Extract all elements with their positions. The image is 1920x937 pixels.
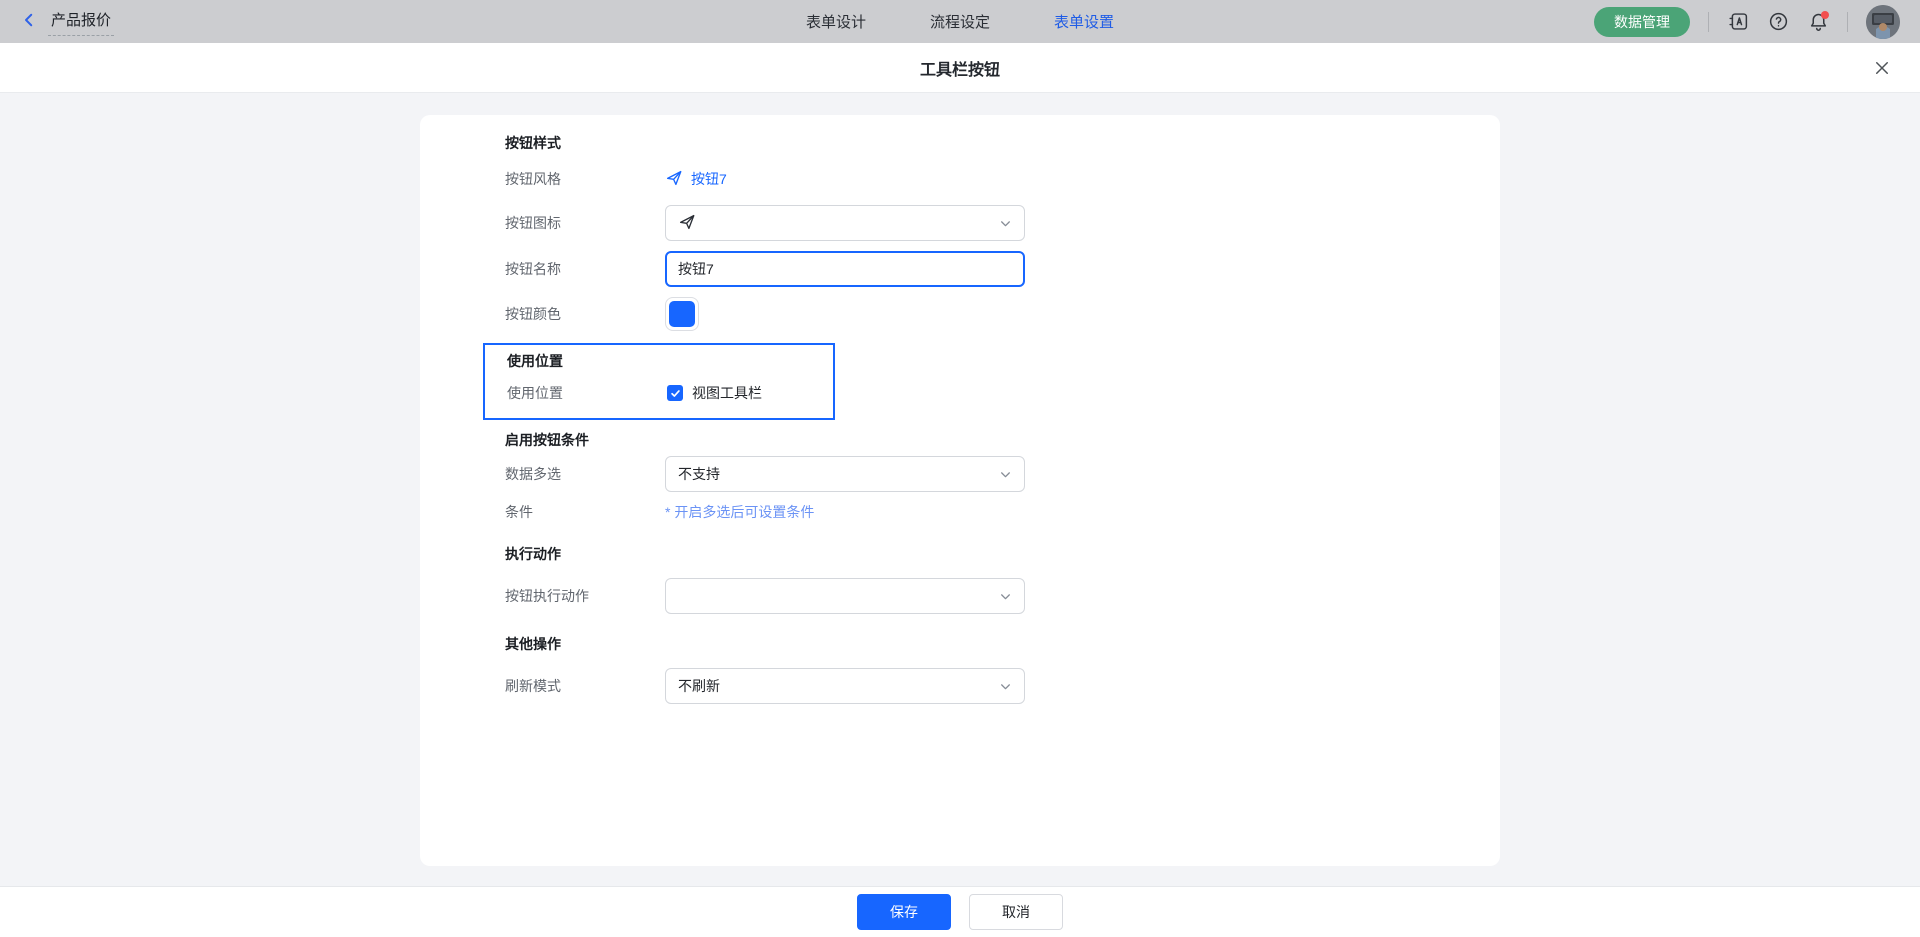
data-manage-button[interactable]: 数据管理 — [1594, 7, 1690, 37]
field-label: 刷新模式 — [505, 676, 665, 696]
section-heading-usage-position: 使用位置 — [507, 353, 833, 369]
condition-hint: * 开启多选后可设置条件 — [665, 500, 814, 524]
topbar: 产品报价 表单设计 流程设定 表单设置 数据管理 — [0, 0, 1920, 43]
notification-dot — [1821, 11, 1829, 19]
button-icon-select[interactable] — [665, 205, 1025, 241]
checkbox-label: 视图工具栏 — [692, 383, 762, 403]
paper-plane-icon — [665, 169, 683, 190]
row-condition: 条件 * 开启多选后可设置条件 — [505, 500, 1500, 524]
close-icon[interactable] — [1870, 56, 1894, 80]
button-style-link[interactable]: 按钮7 — [665, 167, 727, 191]
button-name-input[interactable] — [665, 251, 1025, 287]
color-swatch — [669, 301, 695, 327]
field-label: 按钮图标 — [505, 213, 665, 233]
modal-title: 工具栏按钮 — [920, 56, 1000, 80]
multi-select-dropdown[interactable]: 不支持 — [665, 456, 1025, 492]
section-heading-other: 其他操作 — [505, 636, 1500, 652]
row-refresh-mode: 刷新模式 不刷新 — [505, 668, 1500, 704]
help-icon[interactable] — [1767, 11, 1789, 33]
row-button-icon: 按钮图标 — [505, 205, 1500, 241]
tab-form-design[interactable]: 表单设计 — [806, 11, 866, 32]
button-color-picker[interactable] — [665, 297, 699, 331]
tab-flow-setting[interactable]: 流程设定 — [930, 11, 990, 32]
cancel-button[interactable]: 取消 — [969, 894, 1063, 930]
row-button-color: 按钮颜色 — [505, 297, 1500, 331]
contacts-icon[interactable] — [1727, 11, 1749, 33]
section-heading-action: 执行动作 — [505, 546, 1500, 562]
section-heading-button-style: 按钮样式 — [505, 135, 1500, 151]
tab-form-settings[interactable]: 表单设置 — [1054, 11, 1114, 32]
divider — [1847, 12, 1848, 32]
modal-footer: 保存 取消 — [0, 886, 1920, 937]
chevron-down-icon — [999, 590, 1012, 603]
field-label: 按钮名称 — [505, 259, 665, 279]
selected-value: 不刷新 — [678, 676, 720, 696]
row-button-name: 按钮名称 — [505, 251, 1500, 287]
back-button[interactable] — [20, 11, 38, 32]
field-label: 按钮执行动作 — [505, 586, 665, 606]
save-button[interactable]: 保存 — [857, 894, 951, 930]
field-label: 数据多选 — [505, 464, 665, 484]
view-toolbar-checkbox[interactable] — [667, 385, 683, 401]
row-multi-select: 数据多选 不支持 — [505, 456, 1500, 492]
chevron-down-icon — [999, 680, 1012, 693]
avatar[interactable] — [1866, 5, 1900, 39]
field-label: 使用位置 — [507, 383, 667, 403]
chevron-left-icon — [20, 11, 38, 32]
usage-position-highlight-box: 使用位置 使用位置 视图工具栏 — [483, 343, 835, 420]
modal-header: 工具栏按钮 — [0, 43, 1920, 93]
settings-card: 按钮样式 按钮风格 按钮7 按钮图标 按钮名称 — [420, 115, 1500, 866]
chevron-down-icon — [999, 468, 1012, 481]
selected-value: 不支持 — [678, 464, 720, 484]
row-button-style: 按钮风格 按钮7 — [505, 167, 1500, 191]
topbar-tabs: 表单设计 流程设定 表单设置 — [806, 0, 1114, 43]
field-label: 条件 — [505, 502, 665, 522]
divider — [1708, 12, 1709, 32]
row-usage-position: 使用位置 视图工具栏 — [507, 381, 833, 405]
field-label: 按钮风格 — [505, 169, 665, 189]
button-action-dropdown[interactable] — [665, 578, 1025, 614]
section-heading-enable-condition: 启用按钮条件 — [505, 432, 1500, 448]
button-style-link-label: 按钮7 — [691, 169, 727, 189]
refresh-mode-dropdown[interactable]: 不刷新 — [665, 668, 1025, 704]
chevron-down-icon — [999, 217, 1012, 230]
paper-plane-icon — [678, 213, 696, 234]
field-label: 按钮颜色 — [505, 304, 665, 324]
document-title[interactable]: 产品报价 — [48, 7, 114, 36]
row-button-action: 按钮执行动作 — [505, 578, 1500, 614]
bell-icon[interactable] — [1807, 11, 1829, 33]
modal-body: 按钮样式 按钮风格 按钮7 按钮图标 按钮名称 — [0, 93, 1920, 886]
